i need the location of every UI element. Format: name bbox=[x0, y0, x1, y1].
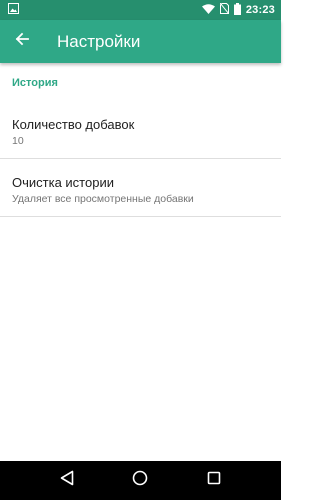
arrow-back-icon bbox=[15, 32, 29, 51]
setting-additives-count[interactable]: Количество добавок 10 bbox=[0, 89, 281, 159]
setting-title: Очистка истории bbox=[12, 175, 114, 190]
settings-list: История Количество добавок 10 Очистка ис… bbox=[0, 63, 281, 217]
no-sim-icon bbox=[219, 2, 230, 17]
image-notification-icon bbox=[8, 3, 19, 17]
page-title: Настройки bbox=[57, 31, 141, 51]
status-time: 23:23 bbox=[245, 4, 275, 16]
nav-home-button[interactable] bbox=[127, 468, 153, 494]
status-right: 23:23 bbox=[201, 2, 275, 18]
app-bar: Настройки bbox=[0, 20, 281, 63]
setting-clear-history[interactable]: Очистка истории Удаляет все просмотренны… bbox=[0, 159, 281, 217]
nav-recents-button[interactable] bbox=[201, 468, 227, 494]
back-triangle-icon bbox=[60, 470, 74, 491]
status-bar: 23:23 bbox=[0, 0, 281, 20]
back-button[interactable] bbox=[8, 28, 36, 56]
setting-title: Количество добавок bbox=[12, 117, 135, 132]
recents-square-icon bbox=[207, 471, 221, 490]
setting-summary: 10 bbox=[12, 135, 24, 147]
status-left bbox=[8, 3, 19, 17]
battery-icon bbox=[233, 2, 241, 18]
setting-summary: Удаляет все просмотренные добавки bbox=[12, 193, 194, 205]
wifi-icon bbox=[201, 3, 215, 17]
nav-back-button[interactable] bbox=[54, 468, 80, 494]
home-circle-icon bbox=[132, 470, 148, 491]
category-header-history: История bbox=[12, 77, 58, 89]
navigation-bar bbox=[0, 461, 281, 500]
